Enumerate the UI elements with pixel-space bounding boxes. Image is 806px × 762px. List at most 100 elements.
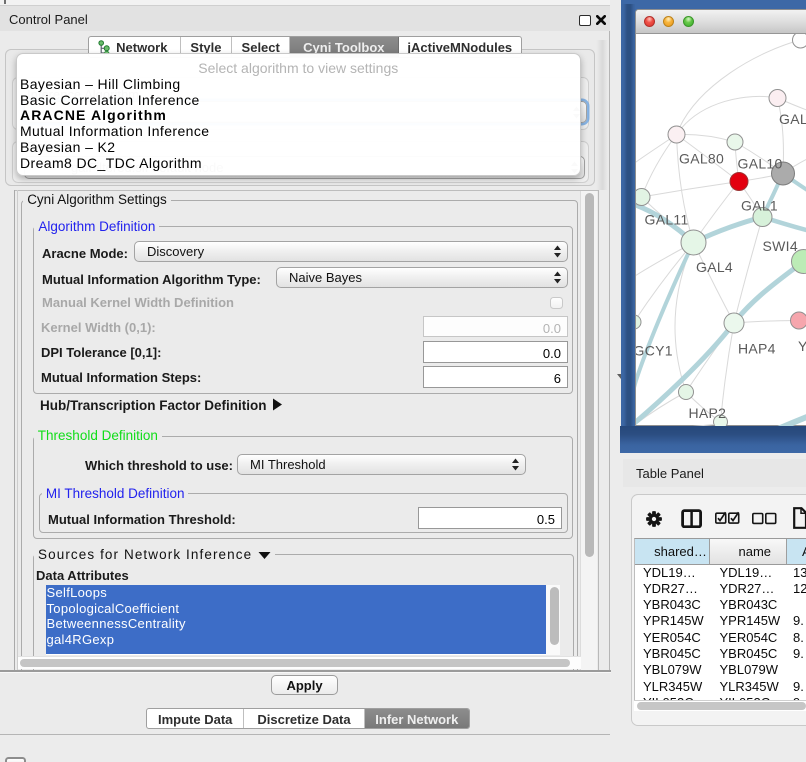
algorithm-definition-title: Algorithm Definition bbox=[34, 219, 159, 234]
network-node-GAL1[interactable] bbox=[730, 172, 748, 190]
control-panel-title: Control Panel bbox=[9, 12, 88, 27]
network-edge[interactable] bbox=[677, 96, 778, 134]
kernel-width-field[interactable]: 0.0 bbox=[423, 316, 568, 337]
network-edge[interactable] bbox=[636, 424, 713, 426]
network-node-GAL4[interactable] bbox=[681, 230, 706, 255]
table-row[interactable]: YBR043CYBR043C bbox=[635, 597, 806, 613]
document-icon[interactable] bbox=[793, 507, 806, 529]
expand-right-icon[interactable] bbox=[272, 398, 283, 411]
window-shadow-bottom bbox=[620, 426, 806, 453]
apply-button[interactable]: Apply bbox=[271, 675, 338, 695]
dropdown-item[interactable]: ARACNE Algorithm bbox=[20, 108, 583, 124]
table-cell: 9. bbox=[793, 613, 804, 629]
table-cell: YBR043C bbox=[643, 597, 701, 613]
manual-kernel-checkbox[interactable] bbox=[550, 297, 563, 310]
which-threshold-combobox[interactable]: MI Threshold bbox=[237, 454, 526, 476]
table-row[interactable]: YDR27…YDR27…12 bbox=[635, 581, 806, 597]
node-label-Y-node: Y bbox=[798, 338, 806, 354]
mi-type-combobox[interactable]: Naive Bayes bbox=[276, 267, 568, 288]
attribute-item[interactable]: SelfLoops bbox=[46, 585, 546, 601]
network-node-GCY1[interactable] bbox=[636, 315, 641, 329]
table-panel-title: Table Panel bbox=[636, 466, 704, 481]
dpi-tolerance-field[interactable]: 0.0 bbox=[423, 341, 568, 363]
mi-type-value: Naive Bayes bbox=[277, 270, 553, 285]
table-hscrollbar-thumb[interactable] bbox=[637, 702, 806, 710]
table-row[interactable]: YBR045CYBR045C9. bbox=[635, 646, 806, 662]
network-window-titlebar[interactable] bbox=[636, 10, 806, 34]
table-cell: YPR145W bbox=[720, 613, 781, 629]
viewport-left-border bbox=[14, 190, 15, 670]
table-row[interactable]: YPR145WYPR145W9. bbox=[635, 613, 806, 629]
column-header-2[interactable]: A bbox=[787, 539, 806, 565]
mi-threshold-title: MI Threshold Definition bbox=[42, 486, 189, 501]
network-node-GAL10[interactable] bbox=[727, 134, 743, 150]
zoom-light[interactable] bbox=[683, 16, 694, 27]
tab-impute-data[interactable]: Impute Data bbox=[147, 709, 244, 728]
mi-steps-field[interactable]: 6 bbox=[423, 366, 568, 388]
hub-definition-label: Hub/Transcription Factor Definition bbox=[40, 398, 267, 413]
network-graph[interactable]: GAL7GAL80GAL10GAL1GAL11SWI4GAL4GCY1HAP4Y… bbox=[636, 34, 806, 426]
collapse-down-icon[interactable] bbox=[258, 551, 271, 560]
gear-icon[interactable] bbox=[646, 511, 662, 527]
table-row[interactable]: YLR345WYLR345W9. bbox=[635, 679, 806, 695]
threshold-definition-title: Threshold Definition bbox=[34, 428, 162, 443]
network-node-Y-node[interactable] bbox=[791, 312, 806, 329]
settings-scrollbar-thumb[interactable] bbox=[585, 193, 594, 557]
network-node-GAL7[interactable] bbox=[769, 89, 786, 106]
node-label-GCY1: GCY1 bbox=[636, 342, 673, 358]
split-divider[interactable] bbox=[610, 0, 621, 762]
table-cell: YDL19… bbox=[643, 565, 696, 581]
dropdown-item[interactable]: Bayesian – Hill Climbing bbox=[20, 77, 583, 93]
network-node-top-partial[interactable] bbox=[793, 34, 806, 48]
select-all-icon[interactable] bbox=[715, 511, 741, 524]
dropdown-item[interactable]: Dream8 DC_TDC Algorithm bbox=[20, 156, 583, 172]
panel-right-groove bbox=[596, 40, 608, 190]
table-cell: YBR045C bbox=[720, 646, 778, 662]
attributes-scrollbar-thumb[interactable] bbox=[550, 587, 559, 645]
dropdown-item[interactable]: Mutual Information Inference bbox=[20, 124, 583, 140]
network-node-GAL11[interactable] bbox=[636, 188, 650, 205]
deselect-all-icon[interactable] bbox=[752, 512, 778, 525]
float-icon[interactable] bbox=[579, 15, 591, 27]
network-node-HAP4[interactable] bbox=[724, 313, 744, 333]
table-cell: 12 bbox=[793, 581, 806, 597]
table-cell: 9. bbox=[793, 679, 804, 695]
node-label-GAL1: GAL1 bbox=[741, 197, 778, 213]
sources-title: Sources for Network Inference bbox=[34, 547, 275, 562]
table-row[interactable]: YER054CYER054C8. bbox=[635, 630, 806, 646]
table-row[interactable]: YBL079WYBL079W bbox=[635, 662, 806, 678]
mi-type-label: Mutual Information Algorithm Type: bbox=[42, 272, 261, 287]
column-header-1[interactable]: name bbox=[710, 539, 788, 565]
attribute-item[interactable]: gal4RGexp bbox=[46, 632, 546, 648]
node-table[interactable]: shared…nameAYDL19…YDL19…13YDR27…YDR27…12… bbox=[634, 538, 806, 701]
attribute-item[interactable]: TopologicalCoefficient bbox=[46, 601, 546, 617]
settings-hscrollbar-thumb[interactable] bbox=[20, 659, 570, 668]
attribute-item[interactable]: BetweennessCentrality bbox=[46, 616, 546, 632]
data-attributes-list[interactable]: SelfLoopsTopologicalCoefficientBetweenne… bbox=[46, 585, 561, 655]
column-header-0[interactable]: shared… bbox=[635, 539, 710, 565]
dropdown-placeholder: Select algorithm to view settings bbox=[17, 60, 580, 76]
mi-threshold-field[interactable]: 0.5 bbox=[418, 507, 562, 529]
network-node-GAL80[interactable] bbox=[668, 126, 685, 143]
attribute-item-partial bbox=[46, 647, 546, 654]
tab-discretize-data[interactable]: Discretize Data bbox=[244, 709, 364, 728]
close-light[interactable] bbox=[644, 16, 655, 27]
dropdown-item[interactable]: Bayesian – K2 bbox=[20, 140, 583, 156]
table-row[interactable]: YDL19…YDL19…13 bbox=[635, 565, 806, 581]
manual-kernel-label: Manual Kernel Width Definition bbox=[42, 295, 234, 310]
close-icon[interactable] bbox=[596, 15, 606, 25]
tab-infer-network[interactable]: Infer Network bbox=[365, 709, 469, 728]
aracne-mode-label: Aracne Mode: bbox=[42, 246, 128, 261]
network-edge[interactable] bbox=[642, 134, 677, 197]
node-label-HAP4: HAP4 bbox=[738, 340, 776, 356]
network-edge-thick[interactable] bbox=[770, 416, 806, 426]
kernel-width-label: Kernel Width (0,1): bbox=[41, 320, 156, 335]
network-edge[interactable] bbox=[694, 242, 735, 323]
bottom-left-window-icon[interactable] bbox=[5, 757, 26, 762]
node-label-GAL10: GAL10 bbox=[738, 155, 783, 171]
dropdown-item[interactable]: Basic Correlation Inference bbox=[20, 93, 583, 109]
network-edge[interactable] bbox=[642, 181, 740, 197]
network-node-HAP2[interactable] bbox=[679, 384, 694, 399]
split-columns-icon[interactable] bbox=[681, 509, 702, 528]
aracne-mode-combobox[interactable]: Discovery bbox=[134, 241, 568, 262]
